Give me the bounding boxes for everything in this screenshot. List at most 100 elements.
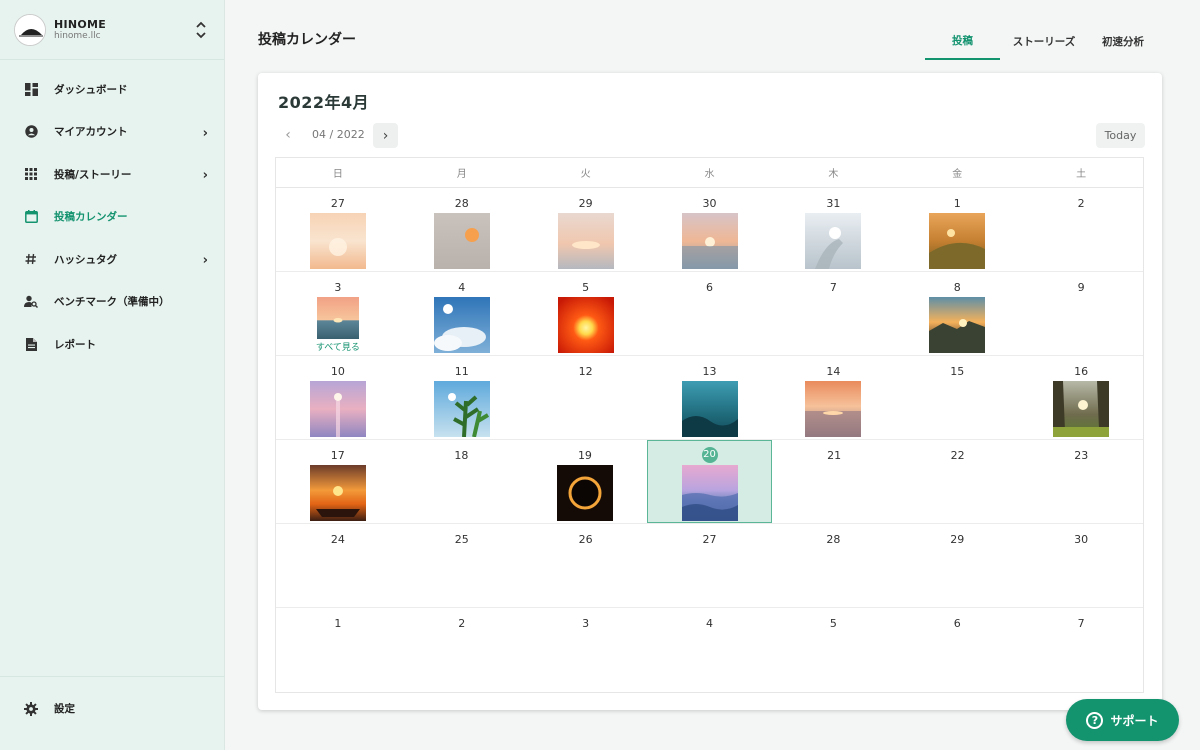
calendar-weeks: 27 28 29 30 31 1 2 3 すべて見る 4 5 6 7 8 9 10 11 12 13 14 15 16 17… xyxy=(276,188,1143,692)
sidebar-item-benchmark[interactable]: ベンチマーク（準備中） xyxy=(0,281,224,324)
calendar-day-cell[interactable]: 18 xyxy=(400,440,524,523)
calendar-day-cell[interactable]: 22 xyxy=(896,440,1020,523)
account-handle: hinome.llc xyxy=(54,30,101,41)
sidebar-item-label: 投稿/ストーリー xyxy=(54,168,132,181)
post-thumbnail[interactable] xyxy=(557,213,614,269)
calendar-day-cell[interactable]: 26 xyxy=(524,524,648,607)
sidebar-item-label: マイアカウント xyxy=(54,126,128,139)
calendar-day-cell[interactable]: 3 すべて見る xyxy=(276,272,400,355)
day-number: 11 xyxy=(454,365,469,378)
sidebar-item-report[interactable]: レポート xyxy=(0,323,224,366)
calendar-day-cell[interactable]: 15 xyxy=(895,356,1019,439)
day-number: 17 xyxy=(330,449,345,462)
weekday-label: 金 xyxy=(952,169,963,180)
post-thumbnail[interactable] xyxy=(929,213,986,269)
calendar-day-cell[interactable]: 20 xyxy=(646,440,773,523)
day-number: 6 xyxy=(706,281,713,294)
calendar-day-cell[interactable]: 27 xyxy=(648,524,772,607)
calendar-day-cell[interactable]: 1 xyxy=(276,608,400,692)
calendar-day-cell[interactable]: 28 xyxy=(400,188,524,271)
calendar-day-cell[interactable]: 13 xyxy=(648,356,772,439)
sidebar-item-hashtag[interactable]: ハッシュタグ › xyxy=(0,238,224,281)
calendar-day-cell[interactable]: 6 xyxy=(648,272,772,355)
day-number: 29 xyxy=(578,197,593,210)
sidebar-item-posts-stories[interactable]: 投稿/ストーリー › xyxy=(0,153,224,196)
day-number: 5 xyxy=(829,617,837,630)
post-thumbnail[interactable] xyxy=(309,213,366,269)
calendar-day-cell[interactable]: 10 xyxy=(276,356,400,439)
hashtag-icon xyxy=(24,252,38,266)
post-thumbnail[interactable] xyxy=(681,213,738,269)
next-month-button[interactable]: › xyxy=(373,123,398,148)
prev-month-button[interactable]: ‹ xyxy=(276,123,300,147)
calendar-week-row: 17 18 19 20 21 22 23 xyxy=(276,440,1143,524)
tab-initial-analysis[interactable]: 初速分析 xyxy=(1088,22,1158,60)
calendar-day-cell[interactable]: 5 xyxy=(524,272,648,355)
calendar-day-cell[interactable]: 4 xyxy=(648,608,772,692)
support-button[interactable]: ? サポート xyxy=(1066,699,1179,741)
calendar-day-cell[interactable]: 16 xyxy=(1019,356,1143,439)
see-all-link[interactable]: すべて見る xyxy=(276,340,400,353)
calendar-day-cell[interactable]: 2 xyxy=(400,608,524,692)
calendar-day-cell[interactable]: 19 xyxy=(523,440,647,523)
day-number: 25 xyxy=(454,533,469,546)
post-thumbnail[interactable] xyxy=(556,465,613,521)
day-number: 1 xyxy=(953,197,961,210)
calendar-day-cell[interactable]: 3 xyxy=(524,608,648,692)
post-thumbnail[interactable] xyxy=(557,297,614,353)
calendar-day-cell[interactable]: 11 xyxy=(400,356,524,439)
post-thumbnail[interactable] xyxy=(309,381,366,437)
unfold-icon[interactable] xyxy=(194,19,208,41)
calendar-day-cell[interactable]: 29 xyxy=(524,188,648,271)
calendar-day-cell[interactable]: 8 xyxy=(895,272,1019,355)
post-thumbnail[interactable] xyxy=(805,381,862,437)
calendar-day-cell[interactable]: 17 xyxy=(276,440,400,523)
post-thumbnail[interactable] xyxy=(316,297,359,339)
calendar-day-cell[interactable]: 7 xyxy=(771,272,895,355)
calendar-day-cell[interactable]: 31 xyxy=(771,188,895,271)
calendar-day-cell[interactable]: 30 xyxy=(1019,524,1143,607)
calendar-day-cell[interactable]: 4 xyxy=(400,272,524,355)
day-number: 16 xyxy=(1074,365,1089,378)
calendar-day-cell[interactable]: 28 xyxy=(771,524,895,607)
sidebar-item-dashboard[interactable]: ダッシュボード xyxy=(0,68,224,111)
post-thumbnail[interactable] xyxy=(929,297,986,353)
calendar-day-cell[interactable]: 2 xyxy=(1019,188,1143,271)
day-number: 7 xyxy=(1077,617,1085,630)
post-thumbnail[interactable] xyxy=(805,213,862,269)
post-thumbnail[interactable] xyxy=(433,213,490,269)
post-thumbnail[interactable] xyxy=(433,297,490,353)
calendar-day-cell[interactable]: 27 xyxy=(276,188,400,271)
post-thumbnail[interactable] xyxy=(681,381,738,437)
day-number: 26 xyxy=(578,533,593,546)
post-thumbnail[interactable] xyxy=(433,381,490,437)
chevron-right-icon: › xyxy=(202,253,208,268)
calendar-day-cell[interactable]: 9 xyxy=(1019,272,1143,355)
calendar-day-cell[interactable]: 29 xyxy=(895,524,1019,607)
account-switcher[interactable]: HINOME hinome.llc xyxy=(0,0,224,60)
current-month-label: 04 / 2022 xyxy=(312,128,365,141)
document-icon xyxy=(24,337,38,351)
calendar-day-cell[interactable]: 24 xyxy=(276,524,400,607)
day-number: 30 xyxy=(1074,533,1089,546)
sidebar-item-settings[interactable]: 設定 xyxy=(24,701,75,716)
post-thumbnail[interactable] xyxy=(681,465,738,521)
calendar-day-cell[interactable]: 5 xyxy=(771,608,895,692)
calendar-day-cell[interactable]: 14 xyxy=(771,356,895,439)
calendar-day-cell[interactable]: 1 xyxy=(895,188,1019,271)
today-button[interactable]: Today xyxy=(1096,123,1145,148)
calendar-day-cell[interactable]: 12 xyxy=(524,356,648,439)
post-thumbnail[interactable] xyxy=(1053,381,1110,437)
weekday-header: 日月火水木金土 xyxy=(276,158,1143,188)
post-thumbnail[interactable] xyxy=(309,465,366,521)
sidebar-item-my-account[interactable]: マイアカウント › xyxy=(0,111,224,154)
tab-posts[interactable]: 投稿 xyxy=(925,22,1000,60)
calendar-day-cell[interactable]: 21 xyxy=(772,440,896,523)
calendar-day-cell[interactable]: 23 xyxy=(1019,440,1143,523)
calendar-day-cell[interactable]: 30 xyxy=(648,188,772,271)
sidebar-item-post-calendar[interactable]: 投稿カレンダー xyxy=(0,196,224,239)
calendar-day-cell[interactable]: 7 xyxy=(1019,608,1143,692)
calendar-day-cell[interactable]: 6 xyxy=(895,608,1019,692)
calendar-day-cell[interactable]: 25 xyxy=(400,524,524,607)
tab-stories[interactable]: ストーリーズ xyxy=(1000,22,1088,60)
